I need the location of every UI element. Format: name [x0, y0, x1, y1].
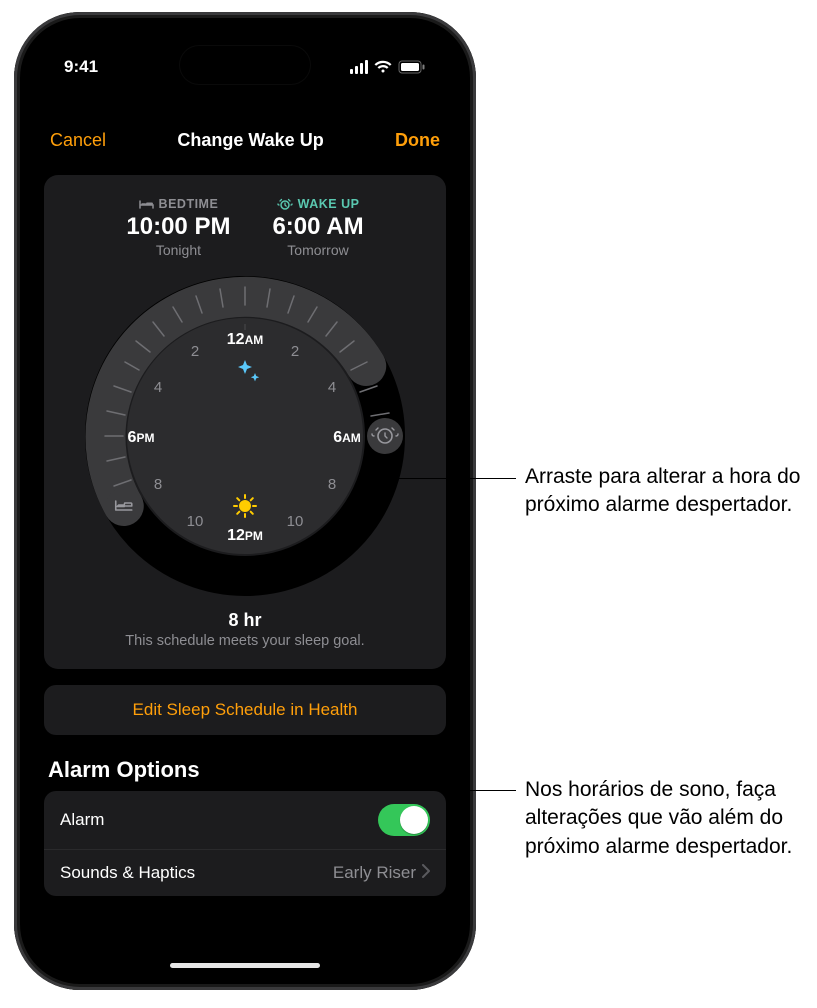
- alarm-row-label: Alarm: [60, 810, 104, 830]
- sounds-row-label: Sounds & Haptics: [60, 863, 195, 883]
- sun-icon: [234, 495, 256, 517]
- sounds-value: Early Riser: [333, 863, 416, 883]
- wakeup-column: WAKE UP 6:00 AM Tomorrow: [272, 197, 363, 258]
- bedtime-column: BEDTIME 10:00 PM Tonight: [126, 197, 230, 258]
- bedtime-label: BEDTIME: [139, 197, 219, 211]
- svg-text:12AM: 12AM: [227, 331, 263, 348]
- schedule-card: BEDTIME 10:00 PM Tonight WAKE UP 6:00 AM…: [44, 175, 446, 669]
- sheet-title: Change Wake Up: [177, 130, 323, 151]
- alarm-toggle[interactable]: [378, 804, 430, 836]
- home-indicator[interactable]: [170, 963, 320, 968]
- svg-text:6AM: 6AM: [333, 429, 361, 446]
- status-right: [350, 60, 426, 74]
- dynamic-island: [180, 46, 310, 84]
- battery-icon: [398, 60, 426, 74]
- goal-text: This schedule meets your sleep goal.: [125, 633, 364, 649]
- svg-text:4: 4: [328, 379, 336, 396]
- callout-edit-link: Nos horários de sono, faça alterações qu…: [525, 776, 805, 861]
- alarm-icon: [277, 198, 293, 210]
- screen: 9:41 Cancel Change Wake Up Done: [28, 26, 462, 976]
- wakeup-day: Tomorrow: [287, 242, 348, 258]
- svg-text:12PM: 12PM: [227, 527, 263, 544]
- alarm-options-list: Alarm Sounds & Haptics Early Riser: [44, 791, 446, 896]
- wakeup-label: WAKE UP: [277, 197, 360, 211]
- change-wakeup-sheet: Cancel Change Wake Up Done BEDTIME 10:00…: [28, 104, 462, 976]
- schedule-summary: 8 hr This schedule meets your sleep goal…: [125, 610, 364, 649]
- sleep-dial[interactable]: 12AM 2 4 6AM 8 10 12PM 10 8 6PM 4 2: [85, 276, 405, 596]
- alarm-options-title: Alarm Options: [28, 757, 462, 791]
- status-time: 9:41: [64, 57, 98, 77]
- svg-text:6PM: 6PM: [128, 429, 155, 446]
- wakeup-time: 6:00 AM: [272, 213, 363, 241]
- alarm-toggle-row[interactable]: Alarm: [44, 791, 446, 849]
- cancel-button[interactable]: Cancel: [50, 130, 106, 151]
- time-headers: BEDTIME 10:00 PM Tonight WAKE UP 6:00 AM…: [126, 197, 363, 258]
- callout-wake-handle: Arraste para alterar a hora do próximo a…: [525, 463, 805, 520]
- svg-text:8: 8: [328, 476, 336, 493]
- sheet-header: Cancel Change Wake Up Done: [28, 110, 462, 165]
- cellular-icon: [350, 60, 368, 74]
- bedtime-time: 10:00 PM: [126, 213, 230, 241]
- svg-text:8: 8: [154, 476, 162, 493]
- svg-text:10: 10: [187, 513, 204, 530]
- bedtime-day: Tonight: [156, 242, 201, 258]
- svg-text:2: 2: [191, 343, 199, 360]
- edit-sleep-schedule-button[interactable]: Edit Sleep Schedule in Health: [44, 685, 446, 735]
- svg-text:10: 10: [287, 513, 304, 530]
- bed-icon: [139, 199, 154, 210]
- chevron-right-icon: [422, 863, 430, 883]
- bedtime-handle[interactable]: [106, 488, 142, 524]
- done-button[interactable]: Done: [395, 130, 440, 151]
- callout-line: [458, 790, 516, 791]
- wifi-icon: [374, 60, 392, 74]
- svg-text:4: 4: [154, 379, 162, 396]
- iphone-frame: 9:41 Cancel Change Wake Up Done: [14, 12, 476, 990]
- callout-line: [372, 478, 516, 479]
- sounds-haptics-row[interactable]: Sounds & Haptics Early Riser: [44, 849, 446, 896]
- duration-label: 8 hr: [125, 610, 364, 631]
- wakeup-handle[interactable]: [367, 418, 403, 454]
- svg-text:2: 2: [291, 343, 299, 360]
